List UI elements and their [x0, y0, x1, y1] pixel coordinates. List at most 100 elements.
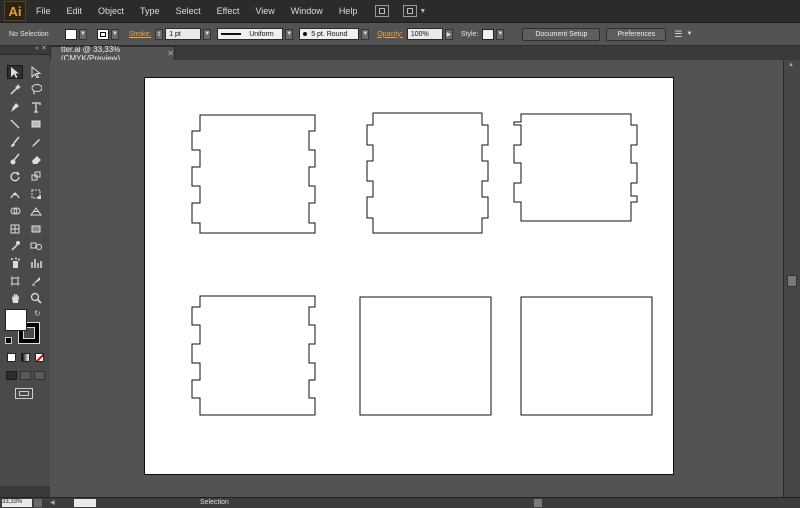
none-mode-icon[interactable]	[35, 353, 44, 362]
shape-builder-tool-icon[interactable]	[7, 204, 23, 218]
screen-mode-icon[interactable]	[15, 388, 33, 399]
draw-normal-icon[interactable]	[6, 371, 17, 380]
chevron-down-icon[interactable]: ▼	[419, 8, 426, 15]
screen-mode-inner	[19, 391, 29, 396]
menu-bar: Ai File Edit Object Type Select Effect V…	[0, 0, 800, 23]
artboard-navigator-field[interactable]	[74, 499, 96, 507]
paintbrush-tool-icon[interactable]	[7, 135, 23, 149]
menu-edit[interactable]: Edit	[59, 6, 91, 16]
magic-wand-tool-icon[interactable]	[7, 82, 23, 96]
blend-tool-icon[interactable]	[28, 239, 44, 253]
variable-width-profile[interactable]: Uniform	[217, 28, 284, 40]
first-artboard-icon[interactable]: ◀	[50, 499, 55, 507]
tools-panel-header[interactable]	[0, 44, 50, 55]
profile-dropdown-icon[interactable]: ▼	[285, 28, 294, 40]
gradient-mode-icon[interactable]	[21, 353, 30, 362]
stroke-weight-dropdown-icon[interactable]: ▼	[203, 28, 212, 40]
document-setup-button[interactable]: Document Setup	[522, 27, 601, 41]
opacity-dropdown-icon[interactable]: ▶	[444, 28, 453, 40]
stroke-dropdown-icon[interactable]: ▼	[111, 28, 119, 40]
mesh-tool-icon[interactable]	[7, 222, 23, 236]
brush-definition[interactable]: 5 pt. Round	[299, 28, 360, 40]
bridge-icon[interactable]	[375, 5, 390, 17]
current-tool-label: Selection	[200, 499, 229, 506]
draw-inside-icon[interactable]	[34, 371, 45, 380]
draw-behind-icon[interactable]	[20, 371, 31, 380]
stroke-panel-link[interactable]: Stroke:	[129, 31, 151, 38]
canvas-area[interactable]	[50, 60, 783, 497]
menu-type[interactable]: Type	[132, 6, 168, 16]
lasso-tool-icon[interactable]	[28, 82, 44, 96]
selection-tool-icon[interactable]	[7, 65, 23, 79]
notched-panel-2[interactable]	[366, 112, 489, 234]
fill-color-box[interactable]	[5, 309, 27, 331]
notched-panel-3[interactable]	[513, 113, 638, 222]
arrange-documents-icon[interactable]	[403, 5, 418, 17]
close-icon[interactable]: ✕	[167, 49, 174, 58]
fill-dropdown-icon[interactable]: ▼	[79, 28, 87, 40]
fill-swatch[interactable]	[65, 28, 77, 40]
menu-file[interactable]: File	[26, 6, 59, 16]
notched-panel-1[interactable]	[191, 114, 316, 234]
color-mode-icon[interactable]	[7, 353, 16, 362]
stroke-swatch[interactable]	[97, 28, 109, 40]
perspective-grid-tool-icon[interactable]	[28, 204, 44, 218]
column-graph-tool-icon[interactable]	[28, 256, 44, 270]
brush-dot-icon	[303, 32, 308, 36]
menu-window[interactable]: Window	[283, 6, 331, 16]
horizontal-scroll-thumb[interactable]	[534, 499, 542, 507]
eraser-tool-icon[interactable]	[28, 152, 44, 166]
zoom-tool-icon[interactable]	[28, 291, 44, 305]
menu-select[interactable]: Select	[168, 6, 209, 16]
style-dropdown-icon[interactable]: ▼	[496, 28, 505, 40]
brush-dropdown-icon[interactable]: ▼	[361, 28, 370, 40]
artboard-tool-icon[interactable]	[7, 274, 23, 288]
type-tool-icon[interactable]	[28, 100, 44, 114]
zoom-dropdown-icon[interactable]	[34, 499, 42, 507]
selection-label: No Selection	[9, 30, 49, 38]
artwork	[191, 112, 653, 416]
eyedropper-tool-icon[interactable]	[7, 239, 23, 253]
none-slash	[36, 354, 43, 361]
stroke-weight-stepper-icon[interactable]: ⇕	[155, 28, 164, 40]
panel-menu-icon[interactable]: ▼	[686, 31, 692, 37]
zoom-field[interactable]: 33,33%	[2, 499, 32, 507]
slice-tool-icon[interactable]	[28, 274, 44, 288]
menu-effect[interactable]: Effect	[209, 6, 248, 16]
stroke-weight-field[interactable]: 1 pt	[165, 28, 202, 40]
symbol-sprayer-tool-icon[interactable]	[7, 256, 23, 270]
rectangle-tool-icon[interactable]	[28, 117, 44, 131]
pen-tool-icon[interactable]	[7, 100, 23, 114]
line-segment-tool-icon[interactable]	[7, 117, 23, 131]
menu-object[interactable]: Object	[90, 6, 132, 16]
vertical-scrollbar[interactable]: ▲	[783, 60, 800, 497]
hand-tool-icon[interactable]	[7, 291, 23, 305]
menu-help[interactable]: Help	[331, 6, 366, 16]
status-bar: 33,33% ◀ Selection	[0, 497, 800, 508]
opacity-field[interactable]: 100%	[406, 28, 443, 40]
control-bar: No Selection ▼ ▼ Stroke: ⇕ 1 pt ▼ Unifor…	[0, 23, 800, 46]
app-logo: Ai	[4, 1, 26, 21]
pencil-tool-icon[interactable]	[28, 135, 44, 149]
document-tab[interactable]: tter.ai @ 33,33% (CMYK/Preview) ✕	[50, 45, 175, 63]
scroll-up-icon[interactable]: ▲	[788, 62, 794, 68]
scale-tool-icon[interactable]	[28, 169, 44, 183]
width-tool-icon[interactable]	[7, 187, 23, 201]
artboard[interactable]	[144, 77, 674, 475]
menu-view[interactable]: View	[247, 6, 282, 16]
blob-brush-tool-icon[interactable]	[7, 152, 23, 166]
gradient-tool-icon[interactable]	[28, 222, 44, 236]
square-panel-1[interactable]	[359, 296, 492, 416]
swap-fill-stroke-icon[interactable]: ↻	[34, 309, 41, 318]
arrange-icon[interactable]: ☰	[674, 29, 682, 40]
opacity-panel-link[interactable]: Opacity:	[377, 31, 403, 38]
rotate-tool-icon[interactable]	[7, 169, 23, 183]
graphic-style-swatch[interactable]	[482, 28, 495, 40]
direct-selection-tool-icon[interactable]	[28, 65, 44, 79]
square-panel-2[interactable]	[520, 296, 653, 416]
vertical-scroll-thumb[interactable]	[787, 275, 797, 287]
preferences-button[interactable]: Preferences	[606, 27, 667, 41]
notched-panel-4[interactable]	[191, 295, 316, 416]
default-colors-icon[interactable]	[5, 337, 12, 344]
free-transform-tool-icon[interactable]	[28, 187, 44, 201]
